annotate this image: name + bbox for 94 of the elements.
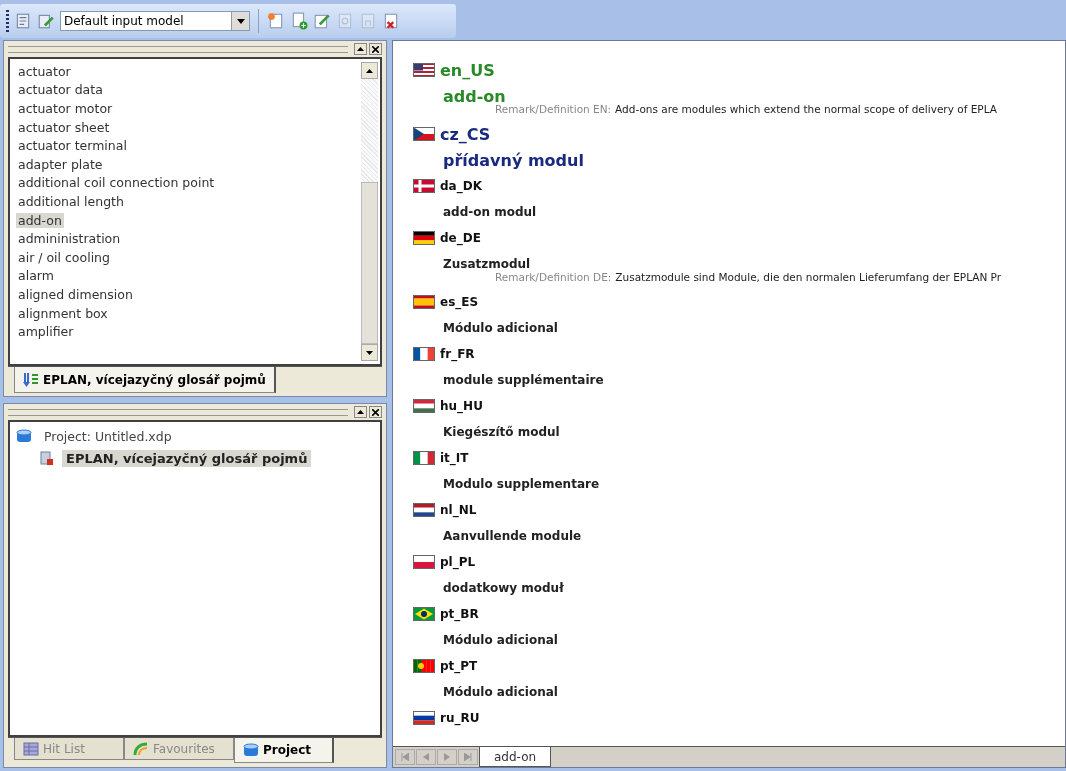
previous-sheet-button[interactable]	[416, 749, 436, 765]
locale-code: ru_RU	[440, 711, 480, 725]
remark-text: Add-ons are modules which extend the normal scope of delivery of EPLA	[615, 103, 997, 115]
database-icon	[243, 743, 259, 757]
glossary-item[interactable]: air / oil cooling	[16, 249, 112, 265]
glossary-item[interactable]: actuator motor	[16, 101, 115, 116]
locale-code: it_IT	[440, 451, 469, 465]
term: module supplémentaire	[442, 372, 605, 389]
document-icon[interactable]	[14, 12, 32, 30]
remark-label: Remark/Definition EN:	[495, 103, 612, 115]
triangle-up-icon	[357, 410, 364, 414]
next-sheet-button[interactable]	[437, 749, 457, 765]
flag-icon	[413, 179, 435, 193]
locale-code: pt_BR	[440, 607, 479, 621]
locale-code: nl_NL	[440, 503, 477, 517]
glossary-item[interactable]: amplifier	[16, 324, 76, 340]
locale-code: es_ES	[440, 295, 479, 309]
triangle-right-icon	[444, 753, 450, 761]
term: přídavný modul	[442, 149, 585, 172]
locale-code: fr_FR	[440, 347, 475, 361]
model-select[interactable]: Default input model	[60, 11, 250, 31]
glossary-item[interactable]: additional length	[16, 193, 126, 209]
glossary-item[interactable]: actuator sheet	[16, 119, 112, 135]
new-document-icon[interactable]	[267, 12, 285, 30]
scrollbar[interactable]	[361, 62, 378, 361]
first-icon	[401, 753, 409, 761]
grip-handle[interactable]	[8, 45, 348, 53]
flag-icon	[413, 347, 435, 361]
flag-icon	[413, 503, 435, 517]
triangle-up-icon	[357, 47, 364, 51]
last-sheet-button[interactable]	[458, 749, 478, 765]
glossary-item[interactable]: add-on	[16, 212, 64, 228]
locale-code: pt_PT	[440, 659, 478, 673]
locale-code: da_DK	[440, 179, 482, 193]
glossary-item[interactable]: actuator	[16, 63, 73, 79]
close-icon	[372, 408, 379, 416]
glossary-item[interactable]: additional coil connection point	[16, 175, 217, 191]
close-icon	[372, 45, 379, 53]
locale-code: de_DE	[440, 231, 481, 245]
triangle-down-icon	[366, 350, 373, 355]
glossary-item[interactable]: alignment box	[16, 305, 110, 321]
close-button[interactable]	[369, 406, 382, 418]
tree-item[interactable]: EPLAN, vícejazyčný glosář pojmů	[62, 449, 312, 467]
flag-icon	[413, 451, 435, 465]
collapse-button[interactable]	[354, 406, 367, 418]
document-icon	[40, 450, 54, 466]
glossary-tab[interactable]: EPLAN, vícejazyčný glosář pojmů	[14, 367, 276, 393]
term: Módulo adicional	[442, 320, 559, 337]
glossary-item[interactable]: admininistration	[16, 231, 123, 247]
add-document-icon[interactable]	[290, 12, 308, 30]
collapse-button[interactable]	[354, 43, 367, 55]
glossary-item[interactable]: aligned dimension	[16, 286, 135, 302]
glossary-item[interactable]: adapter plate	[16, 156, 105, 172]
glossary-item[interactable]: actuator data	[16, 82, 105, 98]
locale-code: hu_HU	[440, 399, 483, 413]
flag-icon	[413, 231, 435, 245]
term: Módulo adicional	[442, 684, 559, 701]
locale-code: pl_PL	[440, 555, 476, 569]
locale-code: cz_CS	[440, 124, 491, 144]
sheet-tab[interactable]: add-on	[479, 747, 552, 767]
term: Módulo adicional	[442, 632, 559, 649]
glossary-icon	[23, 372, 39, 387]
triangle-up-icon	[366, 68, 373, 73]
flag-icon	[413, 555, 435, 569]
flag-icon	[413, 63, 435, 77]
term: Modulo supplementare	[442, 476, 601, 493]
flag-icon	[413, 607, 435, 621]
locale-code: en_US	[440, 60, 495, 80]
list-icon	[23, 741, 39, 756]
tree-item[interactable]: Project: Untitled.xdp	[40, 427, 176, 445]
grip-handle[interactable]	[8, 408, 348, 416]
first-sheet-button[interactable]	[395, 749, 415, 765]
database-icon	[16, 428, 32, 444]
triangle-left-icon	[423, 753, 429, 761]
last-icon	[464, 753, 472, 761]
remark-label: Remark/Definition DE:	[495, 271, 612, 283]
flag-icon	[413, 127, 435, 141]
term: Kiegészítő modul	[442, 424, 561, 441]
flag-icon	[413, 711, 435, 725]
remark-text: Zusatzmodule sind Module, die den normalen Lieferumfang der EPLAN Pr	[615, 271, 1002, 283]
glossary-item[interactable]: alarm	[16, 268, 56, 284]
glossary-item[interactable]: actuator terminal	[16, 138, 129, 154]
close-button[interactable]	[369, 43, 382, 55]
term: add-on modul	[442, 204, 538, 221]
caret-icon	[236, 18, 245, 24]
delete-document-icon[interactable]	[382, 12, 400, 30]
panel-tab[interactable]: Project	[234, 738, 334, 763]
term: Aanvullende module	[442, 528, 583, 545]
flag-icon	[413, 399, 435, 413]
flag-icon	[413, 295, 435, 309]
edit-icon[interactable]	[37, 12, 55, 30]
edit-document-icon[interactable]	[313, 12, 331, 30]
flag-icon	[413, 659, 435, 673]
term: dodatkowy moduł	[442, 580, 565, 597]
